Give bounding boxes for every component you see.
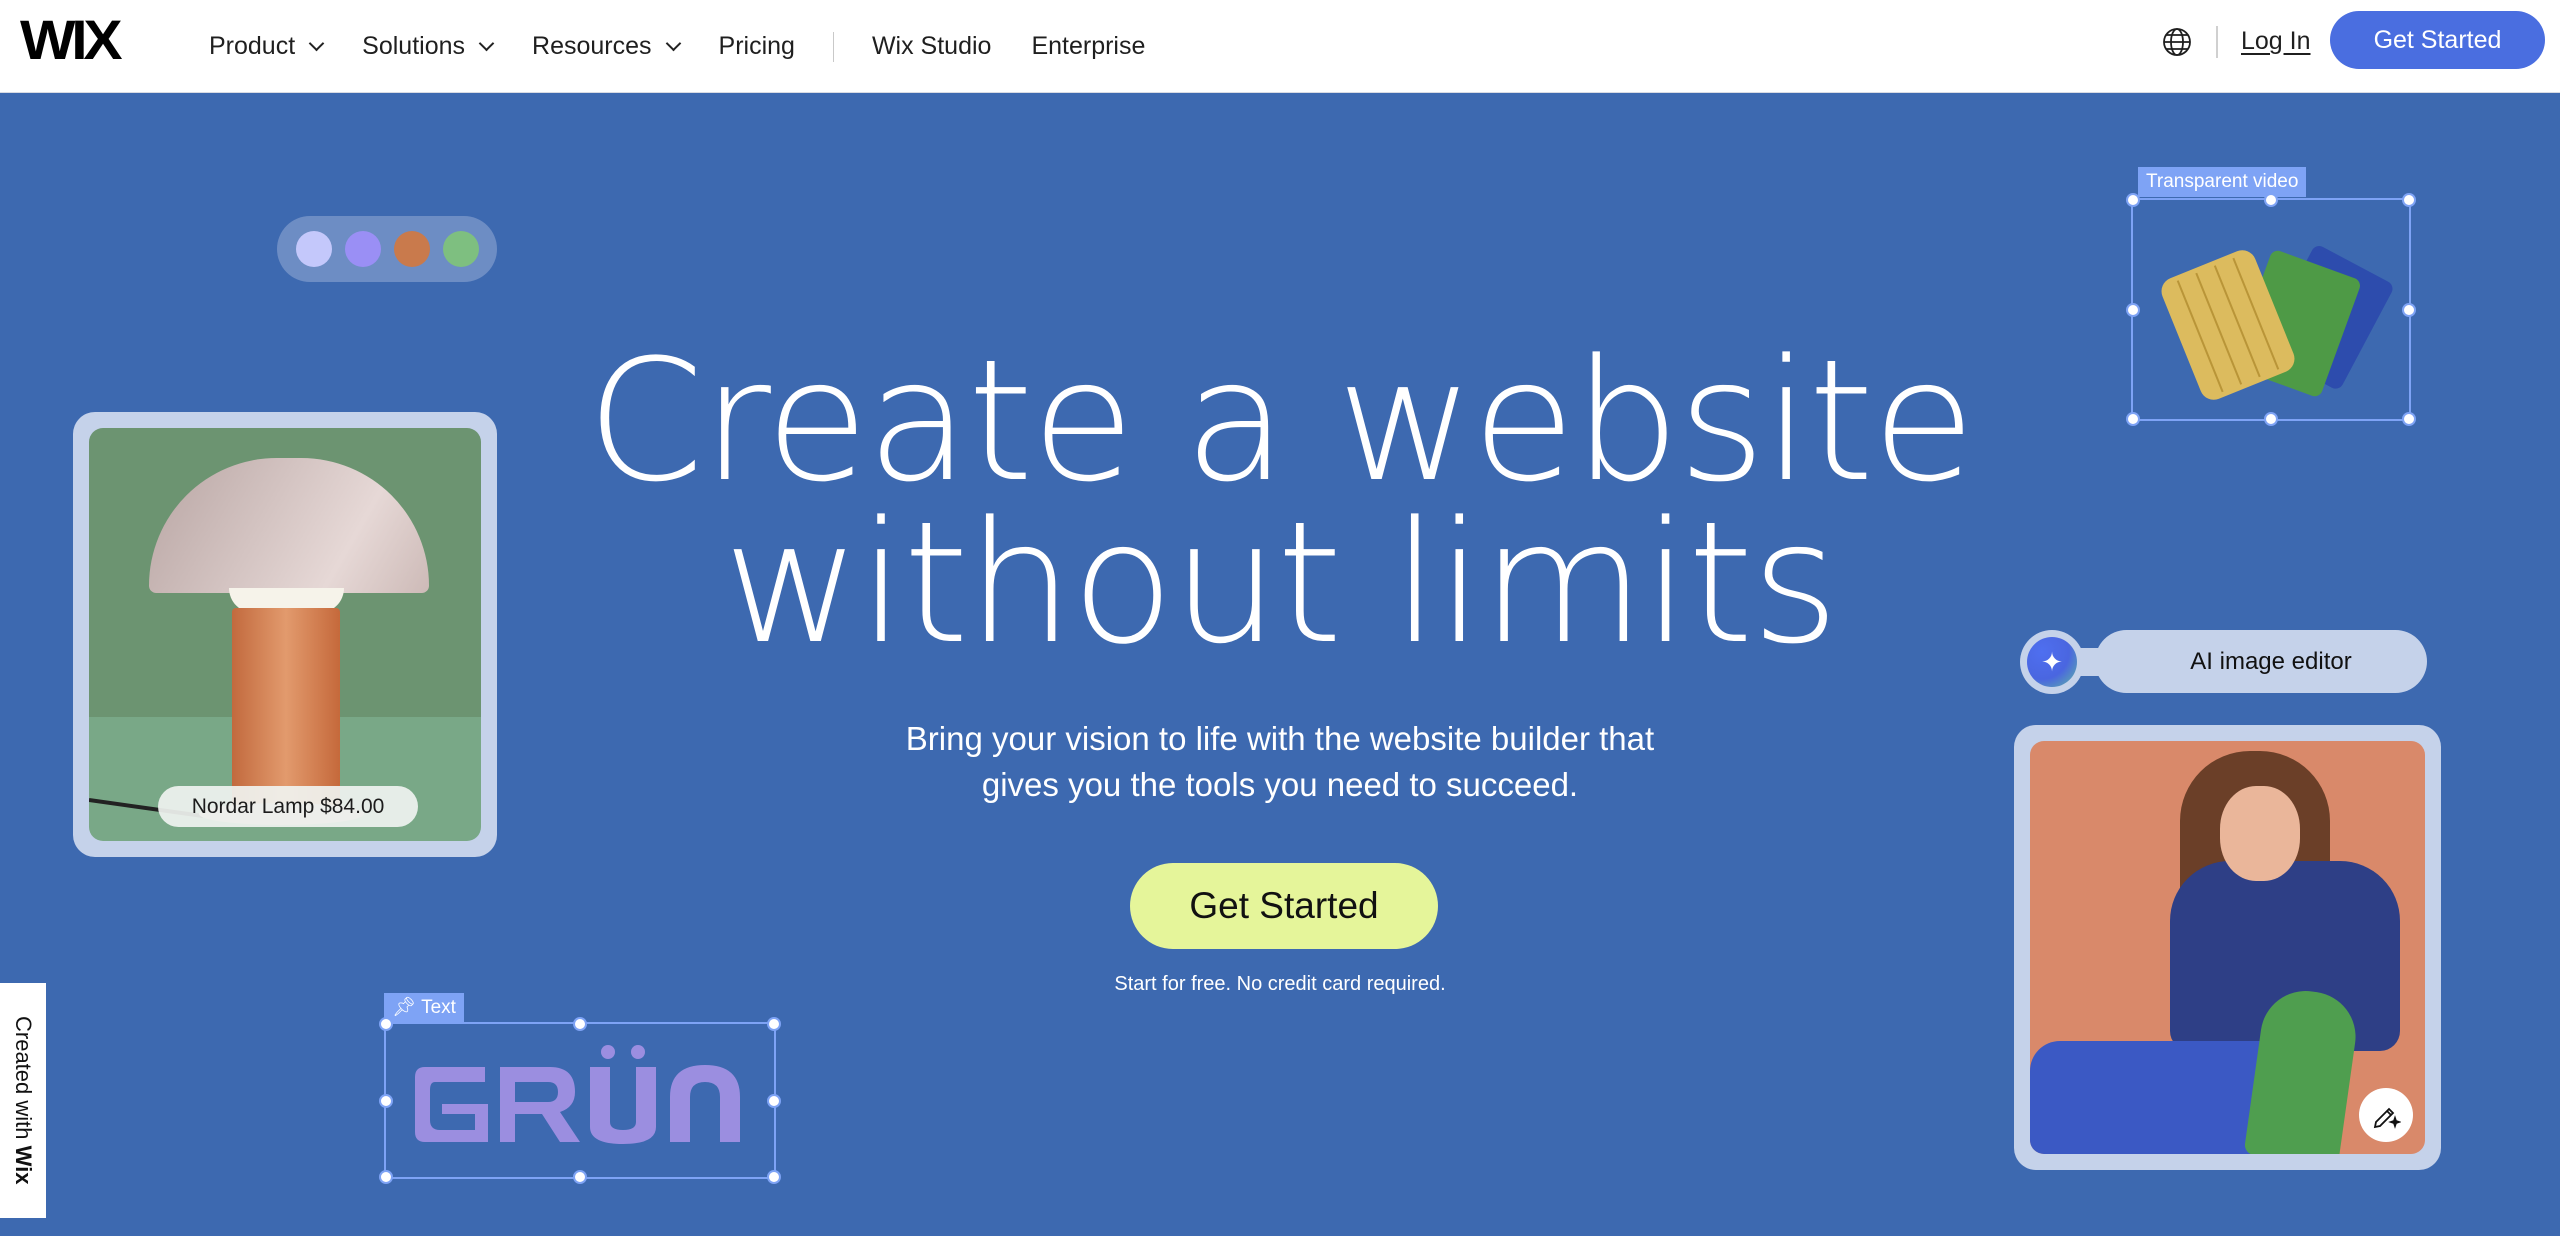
- main-nav: Product Solutions Resources Pricing Wix …: [209, 0, 1185, 93]
- resize-handle[interactable]: [2264, 193, 2278, 207]
- resize-handle[interactable]: [767, 1017, 781, 1031]
- pencil-sparkle-icon: [2373, 1107, 2401, 1129]
- woman-portrait-image: [2030, 741, 2425, 1154]
- globe-icon[interactable]: [2162, 27, 2192, 57]
- nav-wix-studio[interactable]: Wix Studio: [872, 32, 991, 61]
- resize-handle[interactable]: [2126, 302, 2140, 317]
- login-link[interactable]: Log In: [2241, 27, 2311, 56]
- created-with-wix-badge[interactable]: Created with Wix: [0, 983, 46, 1218]
- chevron-down-icon: [478, 35, 495, 52]
- color-swatch-picker: [277, 216, 497, 282]
- badge-text: Created with Wix: [11, 1016, 36, 1185]
- resize-handle[interactable]: [2402, 412, 2416, 426]
- chevron-down-icon: [308, 35, 325, 52]
- resize-handle[interactable]: [379, 1017, 393, 1031]
- swatch-lavender[interactable]: [295, 231, 332, 267]
- nav-divider: [832, 31, 834, 62]
- ai-icon-bubble[interactable]: ✦: [2020, 630, 2084, 694]
- nav-solutions[interactable]: Solutions: [362, 32, 495, 61]
- ai-edit-button[interactable]: [2359, 1088, 2413, 1142]
- nav-product-label: Product: [209, 32, 296, 60]
- resize-handle[interactable]: [2126, 193, 2140, 207]
- ai-image-editor-label: AI image editor: [2190, 647, 2352, 675]
- chevron-down-icon: [665, 35, 681, 52]
- nav-wix-studio-label: Wix Studio: [871, 32, 992, 60]
- swatch-green[interactable]: [442, 231, 479, 267]
- resize-handle[interactable]: [379, 1093, 393, 1108]
- resize-handle[interactable]: [2402, 193, 2416, 207]
- resize-handle[interactable]: [767, 1170, 781, 1184]
- video-selection-box[interactable]: [2126, 193, 2416, 426]
- resize-handle[interactable]: [767, 1093, 781, 1108]
- header-divider: [2216, 26, 2218, 58]
- text-selection-box[interactable]: [379, 1017, 781, 1184]
- ai-image-editor-pill[interactable]: AI image editor: [2095, 630, 2427, 693]
- nav-resources-label: Resources: [532, 32, 652, 60]
- nav-solutions-label: Solutions: [362, 32, 466, 60]
- portrait-face: [2220, 786, 2300, 881]
- nav-pricing-label: Pricing: [718, 32, 795, 60]
- hero-get-started-button[interactable]: Get Started: [1130, 863, 1438, 949]
- nav-enterprise-label: Enterprise: [1031, 32, 1146, 60]
- sparkle-icon: ✦: [2027, 637, 2077, 687]
- resize-handle[interactable]: [2126, 412, 2140, 426]
- resize-handle[interactable]: [2264, 412, 2278, 426]
- nav-product[interactable]: Product: [209, 32, 325, 61]
- wix-logo[interactable]: WIX: [20, 12, 123, 68]
- swatch-orange[interactable]: [393, 231, 430, 267]
- text-element-label-text: Text: [421, 997, 456, 1018]
- resize-handle[interactable]: [2402, 302, 2416, 317]
- nav-resources[interactable]: Resources: [532, 32, 681, 61]
- swatch-purple[interactable]: [344, 231, 381, 267]
- nav-pricing[interactable]: Pricing: [719, 32, 795, 61]
- resize-handle[interactable]: [379, 1170, 393, 1184]
- pin-icon: 📌︎: [392, 997, 417, 1018]
- ai-image-card: [2014, 725, 2441, 1170]
- header-get-started-button[interactable]: Get Started: [2330, 11, 2545, 69]
- nav-enterprise[interactable]: Enterprise: [1031, 32, 1145, 61]
- resize-handle[interactable]: [573, 1017, 587, 1031]
- site-header: WIX Product Solutions Resources Pricing …: [0, 0, 2560, 93]
- grun-text-graphic: [415, 1045, 740, 1144]
- video-element-label: Transparent video: [2138, 167, 2307, 197]
- text-element-label: 📌︎ Text: [384, 993, 464, 1023]
- resize-handle[interactable]: [573, 1170, 587, 1184]
- product-packs-illustration: [2161, 246, 2393, 400]
